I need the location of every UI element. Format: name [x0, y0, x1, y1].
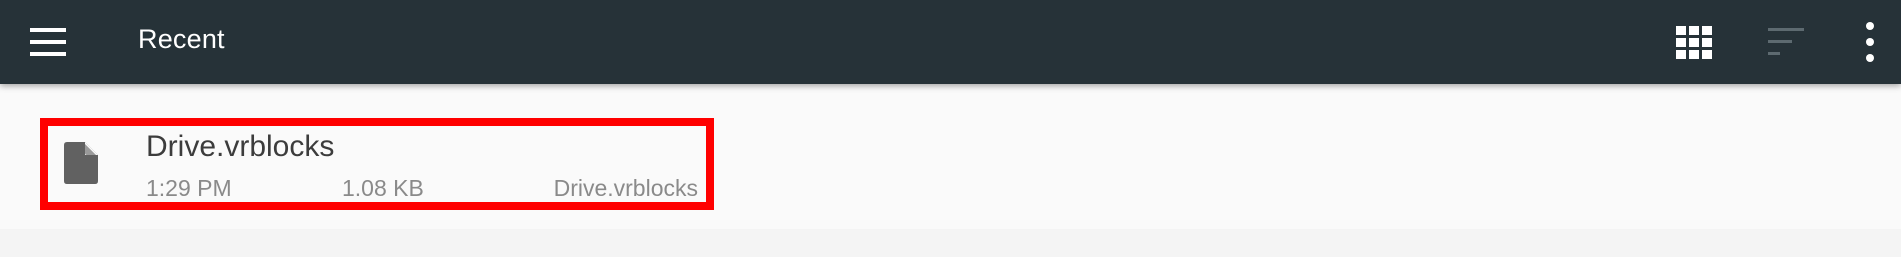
menu-button[interactable]: [26, 22, 70, 62]
content-area: Drive.vrblocks 1:29 PM 1.08 KB Drive.vrb…: [0, 84, 1901, 257]
file-name: Drive.vrblocks: [146, 130, 335, 163]
top-app-bar: Recent: [0, 0, 1901, 84]
hamburger-menu-icon: [30, 28, 66, 56]
grid-view-icon: [1676, 26, 1712, 59]
app-window: Recent Drive.vrblocks 1:29 PM 1.08 KB Dr…: [0, 0, 1901, 257]
sort-button[interactable]: [1764, 20, 1808, 64]
page-title: Recent: [138, 24, 225, 54]
file-modified-time: 1:29 PM: [146, 175, 232, 201]
file-source: Drive.vrblocks: [553, 175, 698, 201]
grid-view-button[interactable]: [1672, 20, 1716, 64]
list-item[interactable]: Drive.vrblocks 1:29 PM 1.08 KB Drive.vrb…: [40, 118, 714, 210]
sort-icon: [1768, 28, 1804, 55]
more-options-button[interactable]: [1858, 16, 1882, 68]
more-vert-icon: [1866, 22, 1874, 62]
file-icon: [64, 142, 98, 184]
file-size: 1.08 KB: [342, 175, 424, 201]
file-list: Drive.vrblocks 1:29 PM 1.08 KB Drive.vrb…: [0, 84, 1901, 229]
